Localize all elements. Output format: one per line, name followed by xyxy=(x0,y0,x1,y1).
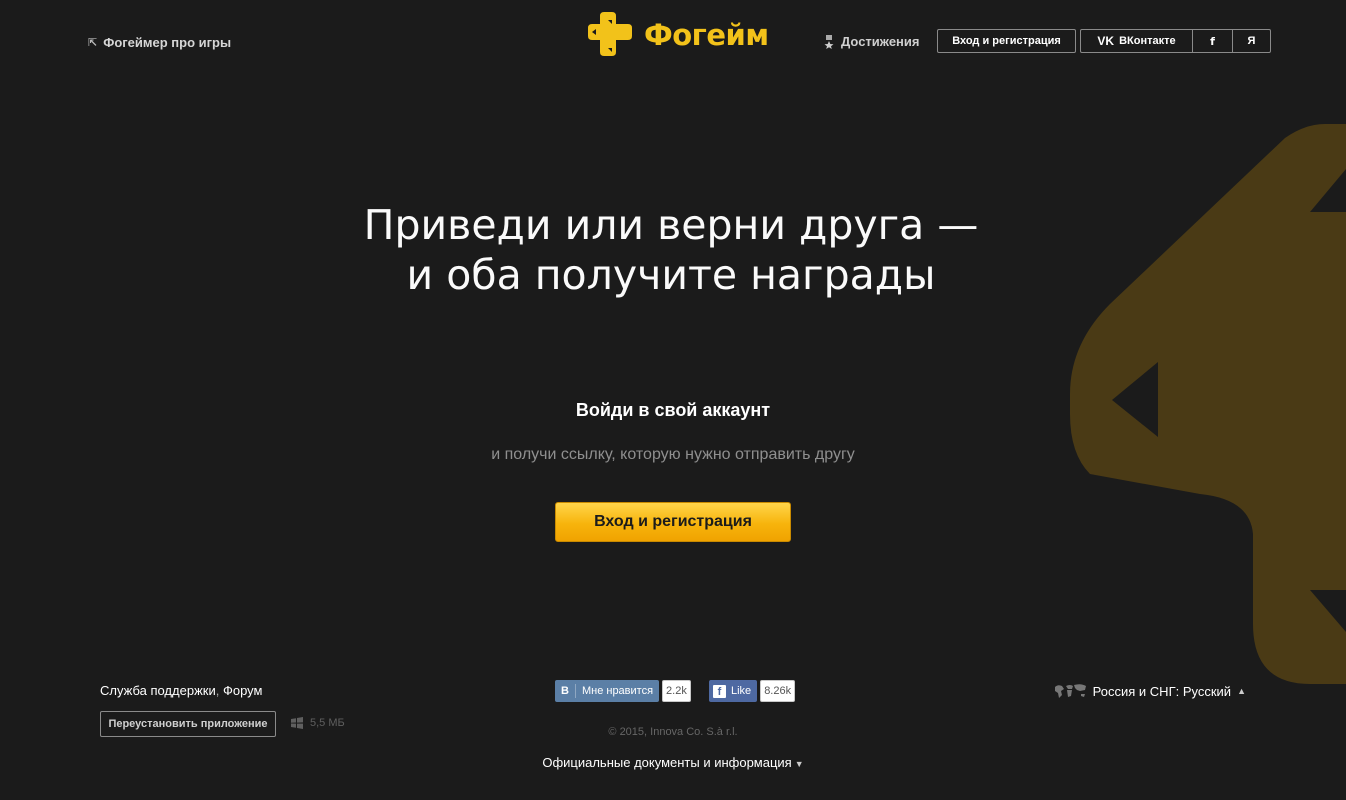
social-login-group: VK ВКонтакте f Я xyxy=(1080,29,1271,53)
vk-icon: VK xyxy=(1097,34,1115,48)
official-documents-link[interactable]: Официальные документы и информация ▼ xyxy=(0,755,1346,770)
fb-like-widget[interactable]: f Like 8.26k xyxy=(709,680,796,702)
back-to-blog-link[interactable]: ⇱ Фогеймер про игры xyxy=(88,35,231,50)
login-prompt-description: и получи ссылку, которую нужно отправить… xyxy=(491,446,855,463)
caret-down-icon: ▼ xyxy=(794,759,804,769)
region-label: Россия и СНГ: Русский xyxy=(1092,683,1232,699)
yandex-icon: Я xyxy=(1247,35,1256,47)
caret-up-icon: ▲ xyxy=(1237,686,1246,696)
documents-label: Официальные документы и информация xyxy=(542,755,792,770)
achievements-label: Достижения xyxy=(841,34,920,49)
fb-like-count: 8.26k xyxy=(760,680,796,702)
headline-line-1: Приведи или верни друга — xyxy=(363,201,979,249)
vk-login-label: ВКонтакте xyxy=(1119,35,1176,47)
fb-like-button[interactable]: f Like xyxy=(709,680,758,702)
copyright: © 2015, Innova Co. S.à r.l. xyxy=(608,726,738,738)
login-prompt-heading: Войди в свой аккаунт xyxy=(575,400,771,420)
vk-like-label: Мне нравится xyxy=(581,685,654,697)
yandex-login-button[interactable]: Я xyxy=(1232,30,1270,52)
achievements-link[interactable]: Достижения xyxy=(824,34,919,49)
vk-icon: В xyxy=(561,685,569,697)
headline-line-2: и оба получите награды xyxy=(406,251,936,299)
vk-like-widget[interactable]: В Мне нравится 2.2k xyxy=(555,680,691,702)
support-link[interactable]: Служба поддержки xyxy=(100,683,216,698)
region-selector[interactable]: Россия и СНГ: Русский ▲ xyxy=(1053,683,1246,699)
login-register-button[interactable]: Вход и регистрация xyxy=(555,502,791,542)
logo-text: Фогейм xyxy=(644,18,769,52)
footer-links: Служба поддержки, Форум xyxy=(100,683,262,698)
page-headline: Приведи или верни друга — и оба получите… xyxy=(0,200,1342,300)
facebook-login-button[interactable]: f xyxy=(1192,30,1232,52)
site-logo[interactable]: Фогейм xyxy=(586,12,769,58)
back-link-label: Фогеймер про игры xyxy=(103,35,232,50)
facebook-icon: f xyxy=(713,684,726,698)
vk-login-button[interactable]: VK ВКонтакте xyxy=(1081,30,1192,52)
medal-icon xyxy=(824,34,834,49)
header-login-button[interactable]: Вход и регистрация xyxy=(937,29,1076,53)
vk-like-count: 2.2k xyxy=(662,680,691,702)
arrow-up-left-icon: ⇱ xyxy=(88,37,98,49)
world-map-icon xyxy=(1054,684,1086,698)
vk-like-button[interactable]: В Мне нравится xyxy=(555,680,660,702)
facebook-icon: f xyxy=(1210,34,1215,48)
forgame-logo-icon xyxy=(588,12,632,56)
forum-link[interactable]: Форум xyxy=(223,683,263,698)
fb-like-label: Like xyxy=(731,685,752,697)
vk-like-divider xyxy=(574,684,576,698)
link-separator: , xyxy=(215,683,220,698)
